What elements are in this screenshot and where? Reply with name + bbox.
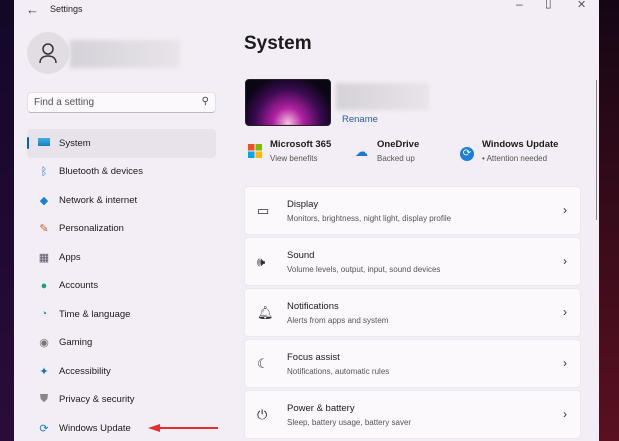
quick-link-microsoft-365[interactable]: Microsoft 365 View benefits	[248, 139, 331, 163]
quick-link-title: OneDrive	[377, 139, 420, 150]
quick-link-windows-update[interactable]: ⟳ Windows Update • Attention needed	[460, 139, 558, 163]
sidebar-item-apps[interactable]: ▦ Apps	[27, 243, 216, 272]
quick-link-onedrive[interactable]: ☁ OneDrive Backed up	[355, 139, 419, 163]
page-title: System	[244, 33, 312, 54]
sidebar-item-label: Bluetooth & devices	[59, 166, 143, 178]
avatar[interactable]	[27, 32, 69, 74]
card-description: Sleep, battery usage, battery saver	[287, 418, 412, 427]
rename-link[interactable]: Rename	[342, 114, 378, 125]
speaker-icon: 🕪	[257, 254, 266, 269]
brush-icon: ✎	[39, 223, 49, 236]
close-button[interactable]: ✕	[577, 0, 586, 11]
search-placeholder: Find a setting	[34, 97, 95, 108]
sidebar-item-accounts[interactable]: ● Accounts	[27, 272, 216, 301]
moon-icon: ☾	[257, 356, 269, 371]
power-icon: ⏻	[257, 407, 268, 422]
card-title: Display	[287, 199, 319, 210]
quick-link-status: • Attention needed	[482, 154, 548, 163]
globe-clock-icon: ◔	[40, 308, 48, 321]
sidebar-item-label: Gaming	[59, 337, 93, 349]
sidebar-item-network-internet[interactable]: ◆ Network & internet	[27, 186, 216, 215]
sidebar-item-label: Personalization	[59, 223, 124, 235]
accessibility-icon: ✦	[39, 365, 49, 378]
sidebar-item-gaming[interactable]: ◉ Gaming	[27, 329, 216, 358]
windows-update-icon: ⟳	[460, 147, 474, 161]
sidebar-item-label: Privacy & security	[59, 394, 135, 406]
card-title: Sound	[287, 250, 315, 261]
sidebar-nav: System ᛒ Bluetooth & devices ◆ Network & int…	[27, 129, 216, 441]
quick-link-status: Backed up	[377, 154, 415, 163]
controller-icon: ◉	[39, 337, 49, 350]
settings-card-notifications[interactable]: 🔔︎ Notifications Alerts from apps and syst…	[244, 288, 581, 337]
minimize-button[interactable]: –	[516, 0, 523, 11]
sidebar-item-label: Accounts	[59, 280, 99, 292]
sidebar-item-label: Accessibility	[59, 365, 111, 377]
sidebar-item-privacy-security[interactable]: ⛊ Privacy & security	[27, 386, 216, 415]
quick-link-title: Windows Update	[482, 139, 559, 150]
chevron-right-icon: ›	[563, 356, 567, 370]
person-icon	[39, 43, 57, 64]
card-title: Power & battery	[287, 403, 355, 414]
update-icon: ⟳	[39, 422, 49, 435]
blurred-device-name	[336, 83, 429, 110]
display-icon: ▭	[257, 203, 270, 218]
chevron-right-icon: ›	[563, 203, 567, 217]
sidebar-item-personalization[interactable]: ✎ Personalization	[27, 215, 216, 244]
search-icon: ⚲	[201, 96, 209, 107]
card-description: Monitors, brightness, night light, displ…	[287, 214, 452, 223]
quick-link-status: View benefits	[270, 154, 318, 163]
card-description: Notifications, automatic rules	[287, 367, 390, 376]
sidebar-item-label: Time & language	[59, 308, 131, 320]
settings-card-focus-assist[interactable]: ☾ Focus assist Notifications, automatic ru…	[244, 339, 581, 388]
card-description: Volume levels, output, input, sound devi…	[287, 265, 441, 274]
wifi-icon: ◆	[39, 194, 49, 207]
monitor-icon	[29, 137, 59, 149]
sidebar-item-system[interactable]: System	[27, 129, 216, 158]
red-arrow-annotation	[148, 424, 218, 432]
maximize-button[interactable]: ▯	[545, 0, 552, 10]
sidebar-item-label: Apps	[59, 251, 81, 263]
desktop-background	[0, 0, 14, 441]
microsoft-365-icon	[248, 144, 262, 158]
quick-link-title: Microsoft 365	[270, 139, 332, 150]
sidebar-item-accessibility[interactable]: ✦ Accessibility	[27, 357, 216, 386]
scrollbar[interactable]	[596, 80, 597, 220]
settings-card-display[interactable]: ▭ Display Monitors, brightness, night ligh…	[244, 186, 581, 235]
bell-icon: 🔔︎	[257, 305, 274, 320]
sidebar-item-label: System	[59, 137, 91, 149]
settings-window: ← Settings – ▯ ✕ Find a setting ⚲ System…	[14, 0, 599, 441]
chevron-right-icon: ›	[563, 305, 567, 319]
settings-card-power-battery[interactable]: ⏻ Power & battery Sleep, battery usage, ba…	[244, 390, 581, 439]
shield-icon: ⛊	[39, 393, 49, 406]
card-title: Notifications	[287, 301, 339, 312]
desktop-background	[599, 0, 619, 441]
card-title: Focus assist	[287, 352, 340, 363]
settings-card-sound[interactable]: 🕪 Sound Volume levels, output, input, soun…	[244, 237, 581, 286]
sidebar-item-label: Network & internet	[59, 194, 138, 206]
sidebar-item-label: Windows Update	[59, 422, 131, 434]
chevron-right-icon: ›	[563, 254, 567, 268]
window-title: Settings	[50, 4, 83, 14]
sidebar-item-bluetooth-devices[interactable]: ᛒ Bluetooth & devices	[27, 158, 216, 187]
desktop-wallpaper-thumbnail	[245, 79, 331, 126]
card-description: Alerts from apps and system	[287, 316, 389, 325]
back-button[interactable]: ←	[26, 2, 39, 17]
apps-icon: ▦	[38, 251, 50, 264]
bluetooth-icon: ᛒ	[40, 165, 48, 178]
title-bar: ← Settings – ▯ ✕	[14, 0, 599, 20]
person-icon: ●	[40, 279, 48, 292]
search-input[interactable]: Find a setting ⚲	[27, 92, 216, 113]
chevron-right-icon: ›	[563, 407, 567, 421]
blurred-account-name	[70, 40, 180, 68]
sidebar-item-time-language[interactable]: ◔ Time & language	[27, 300, 216, 329]
onedrive-icon: ☁	[355, 144, 368, 159]
